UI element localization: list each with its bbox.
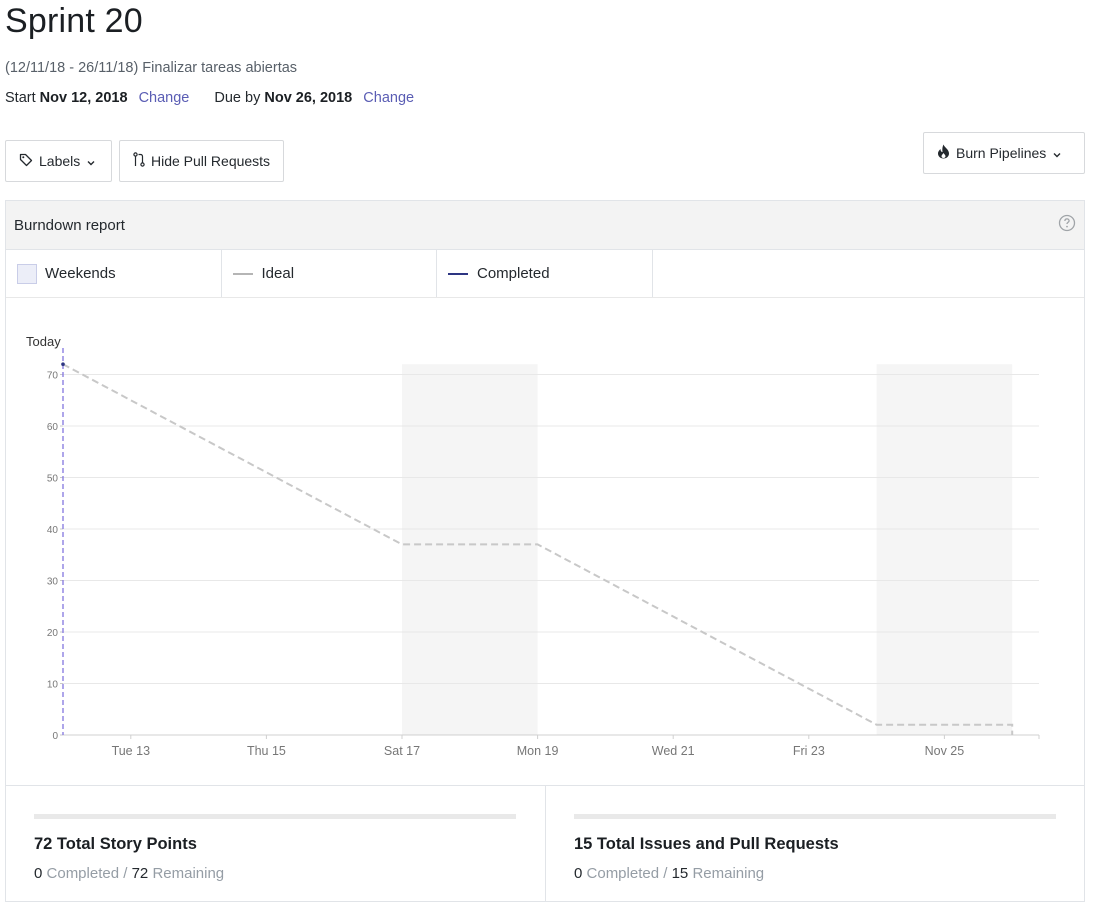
today-label: Today — [26, 334, 61, 349]
story-points-remaining: 72 — [131, 865, 149, 882]
x-tick-label: Thu 15 — [247, 744, 286, 758]
issues-remaining: 15 — [671, 865, 689, 882]
hide-pull-requests-button[interactable]: Hide Pull Requests — [119, 140, 284, 182]
fire-icon — [937, 144, 950, 162]
story-points-title: 72 Total Story Points — [34, 835, 197, 853]
start-label: Start — [5, 90, 36, 106]
pull-request-icon — [133, 152, 145, 170]
remaining-label: Remaining — [152, 865, 225, 882]
issues-summary: 15 Total Issues and Pull Requests 0 Comp… — [545, 786, 1084, 901]
completed-label: Completed — [586, 865, 660, 882]
y-tick-label: 60 — [47, 422, 59, 433]
x-tick-label: Tue 13 — [112, 744, 151, 758]
x-tick-label: Nov 25 — [925, 744, 965, 758]
start-date: Nov 12, 2018 — [39, 90, 128, 106]
story-points-completed: 0 — [34, 865, 43, 882]
change-start-link[interactable]: Change — [139, 90, 190, 106]
burndown-chart-svg: 0 10 20 30 40 50 60 70 Tue 13 Thu 15 Sat 17 Mon 19 W… — [26, 334, 1040, 758]
due-date: Nov 26, 2018 — [264, 90, 353, 106]
burn-pipelines-button[interactable]: Burn Pipelines — [923, 132, 1085, 174]
burn-pipelines-label: Burn Pipelines — [956, 145, 1047, 161]
burndown-report-header: Burndown report — [6, 201, 1084, 250]
legend-weekends-label: Weekends — [45, 265, 116, 282]
weekend-swatch — [17, 263, 37, 284]
burndown-report-panel: Burndown report Weekends Ideal Completed… — [5, 200, 1085, 902]
completed-swatch — [448, 272, 468, 275]
y-tick-label: 0 — [52, 731, 58, 742]
tag-icon — [19, 153, 33, 170]
page-title: Sprint 20 — [5, 2, 143, 40]
issues-title: 15 Total Issues and Pull Requests — [574, 835, 839, 853]
legend-completed-label: Completed — [477, 265, 550, 282]
story-points-progress-bar — [34, 814, 516, 819]
story-points-summary: 72 Total Story Points 0 Completed / 72 R… — [6, 786, 545, 901]
chevron-down-icon — [87, 153, 95, 169]
y-tick-label: 30 — [47, 577, 59, 588]
chevron-down-icon — [1053, 145, 1061, 161]
labels-filter-button[interactable]: Labels — [5, 140, 112, 182]
story-points-breakdown: 0 Completed / 72 Remaining — [34, 865, 225, 882]
remaining-label: Remaining — [692, 865, 765, 882]
sprint-dates: Start Nov 12, 2018 Change Due by Nov 26,… — [5, 90, 414, 106]
issues-completed: 0 — [574, 865, 583, 882]
legend-completed[interactable]: Completed — [437, 250, 653, 297]
burndown-report-title: Burndown report — [14, 216, 125, 234]
weekend-band — [402, 364, 538, 735]
summary-stats: 72 Total Story Points 0 Completed / 72 R… — [6, 786, 1084, 901]
x-tick-label: Mon 19 — [517, 744, 559, 758]
y-tick-label: 40 — [47, 525, 59, 536]
x-tick-label: Wed 21 — [652, 744, 695, 758]
completed-label: Completed — [46, 865, 120, 882]
burndown-chart: 0 10 20 30 40 50 60 70 Tue 13 Thu 15 Sat 17 Mon 19 W… — [6, 298, 1084, 786]
weekend-band — [876, 364, 1013, 735]
y-tick-label: 20 — [47, 628, 59, 639]
due-label: Due by — [214, 90, 261, 106]
series-completed-point — [61, 362, 65, 366]
labels-button-label: Labels — [39, 153, 81, 169]
x-tick-label: Sat 17 — [384, 744, 420, 758]
change-due-link[interactable]: Change — [363, 90, 414, 106]
ideal-swatch — [232, 272, 253, 275]
legend-weekends[interactable]: Weekends — [6, 250, 222, 297]
help-icon[interactable] — [1058, 214, 1076, 236]
y-tick-label: 10 — [47, 680, 59, 691]
x-tick-label: Fri 23 — [793, 744, 825, 758]
issues-progress-bar — [574, 814, 1056, 819]
y-tick-label: 70 — [47, 371, 59, 382]
issues-breakdown: 0 Completed / 15 Remaining — [574, 865, 765, 882]
sprint-description: (12/11/18 - 26/11/18) Finalizar tareas a… — [5, 60, 298, 76]
legend-ideal-label: Ideal — [261, 265, 295, 282]
hide-pr-button-label: Hide Pull Requests — [151, 153, 271, 169]
y-tick-label: 50 — [47, 474, 59, 485]
chart-legend: Weekends Ideal Completed — [6, 250, 1084, 298]
legend-ideal[interactable]: Ideal — [222, 250, 437, 297]
